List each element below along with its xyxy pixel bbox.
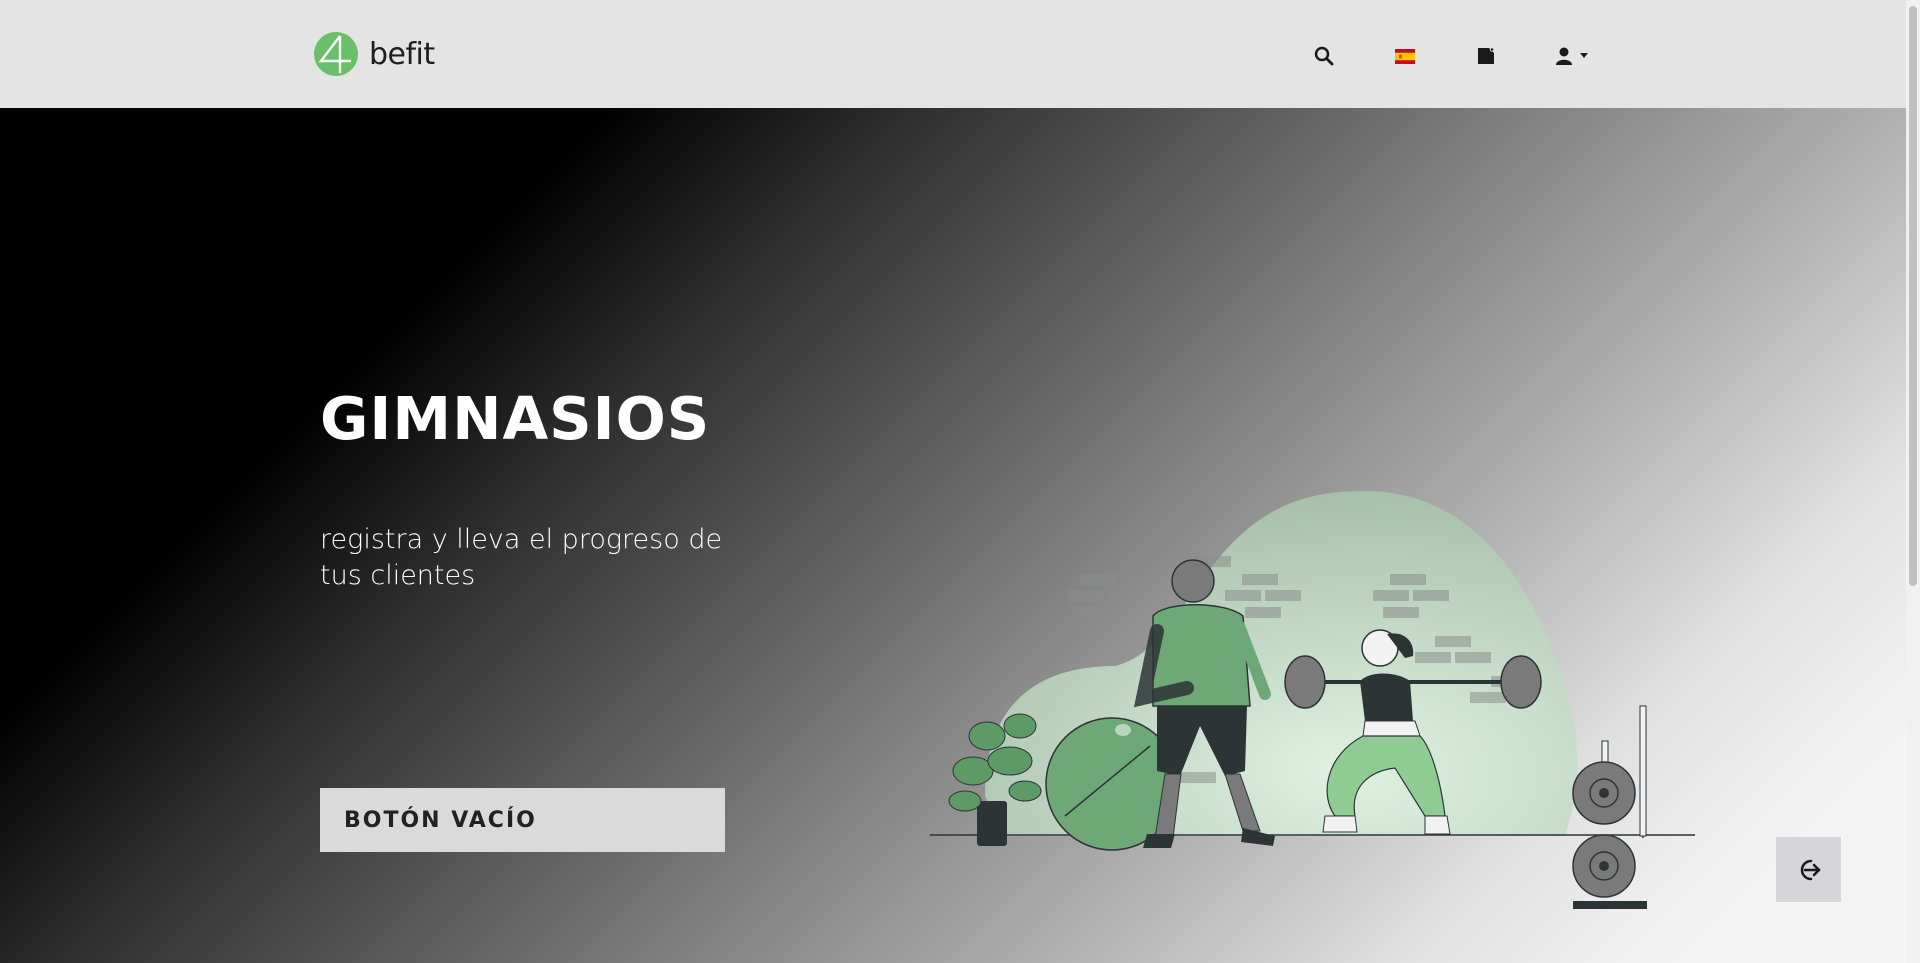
sign-out-icon — [1800, 859, 1820, 880]
page-scrollbar[interactable] — [1906, 0, 1920, 963]
spain-flag-icon — [1395, 48, 1415, 64]
logo-text: befit — [369, 36, 435, 72]
notes-button[interactable] — [1472, 42, 1500, 70]
search-button[interactable] — [1310, 42, 1338, 70]
top-header: befit — [0, 0, 1906, 108]
caret-down-icon — [1580, 53, 1588, 58]
hero-section: GIMNASIOS registra y lleva el progreso d… — [0, 108, 1906, 963]
note-icon — [1478, 47, 1495, 64]
logo[interactable]: befit — [313, 31, 435, 77]
search-icon — [1314, 46, 1334, 66]
hero-title: GIMNASIOS — [320, 384, 711, 453]
user-menu-button[interactable] — [1552, 42, 1592, 70]
befit-logo-icon — [314, 32, 358, 76]
user-icon — [1556, 47, 1572, 65]
scrollbar-thumb[interactable] — [1909, 6, 1917, 586]
sign-out-button[interactable] — [1776, 837, 1841, 902]
hero-subtitle: registra y lleva el progreso de tus clie… — [320, 524, 723, 591]
language-button[interactable] — [1391, 42, 1419, 70]
empty-button[interactable]: BOTÓN VACÍO — [320, 788, 725, 852]
gym-illustration — [930, 491, 1695, 909]
